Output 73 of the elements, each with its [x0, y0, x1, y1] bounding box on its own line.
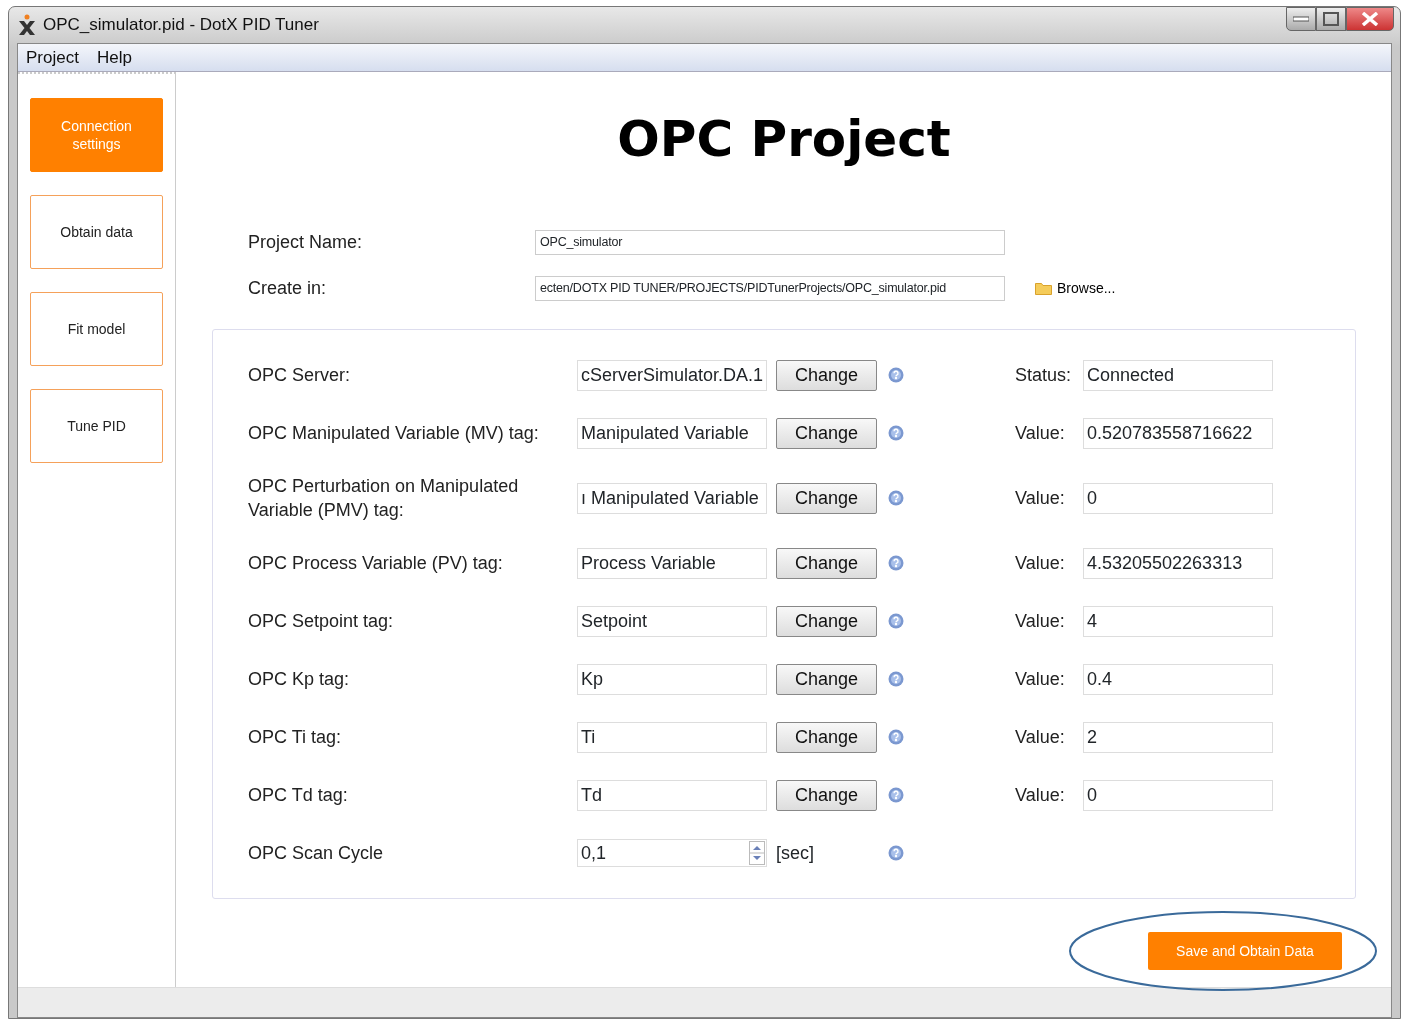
value-label: Value:	[1015, 725, 1066, 749]
input-field[interactable]: Manipulated Variable	[577, 417, 767, 449]
input-field[interactable]: Setpoint	[577, 605, 767, 637]
field-label: OPC Scan Cycle	[248, 841, 385, 865]
help-icon[interactable]	[888, 425, 904, 441]
page-heading: OPC Project	[616, 109, 952, 170]
help-icon[interactable]	[888, 729, 904, 745]
input-field[interactable]: cServerSimulator.DA.1	[577, 359, 767, 391]
change-button[interactable]: Change	[776, 359, 877, 391]
input-field[interactable]: Td	[577, 779, 767, 811]
help-icon[interactable]	[888, 613, 904, 629]
value-field: 4	[1083, 605, 1273, 637]
field-label: OPC Process Variable (PV) tag:	[248, 551, 504, 575]
field-label: Create in:	[248, 276, 328, 300]
spin-field[interactable]: 0,1	[577, 839, 767, 867]
browse-button[interactable]: Browse...	[1035, 277, 1116, 299]
app-logo-icon	[17, 14, 37, 36]
change-button[interactable]: Change	[776, 605, 877, 637]
sidebar-item[interactable]: Obtain data	[30, 195, 163, 269]
field-label: OPC Ti tag:	[248, 725, 343, 749]
help-icon[interactable]	[888, 490, 904, 506]
input-field[interactable]: OPC_simulator	[535, 229, 1005, 255]
change-button[interactable]: Change	[776, 547, 877, 579]
menu-item[interactable]: Project	[26, 44, 79, 71]
field-label: OPC Kp tag:	[248, 667, 351, 691]
field-label: OPC Manipulated Variable (MV) tag:	[248, 421, 540, 445]
value-label: Value:	[1015, 421, 1066, 445]
window-title: OPC_simulator.pid - DotX PID Tuner	[43, 14, 319, 37]
field-label: Project Name:	[248, 230, 364, 254]
value-label: Value:	[1015, 783, 1066, 807]
menu-item[interactable]: Help	[96, 44, 132, 71]
minimize-icon	[1293, 16, 1309, 22]
help-icon[interactable]	[888, 787, 904, 803]
sidebar-item[interactable]: Fit model	[30, 292, 163, 366]
folder-icon	[1035, 281, 1052, 295]
minimize-button[interactable]	[1286, 7, 1316, 31]
value-field: Connected	[1083, 359, 1273, 391]
field-label: OPC Td tag:	[248, 783, 349, 807]
sidebar-item[interactable]: Tune PID	[30, 389, 163, 463]
maximize-icon	[1323, 12, 1339, 26]
value-field: 0.520783558716622	[1083, 417, 1273, 449]
field-label: OPC Setpoint tag:	[248, 609, 395, 633]
change-button[interactable]: Change	[776, 482, 877, 514]
close-icon	[1361, 12, 1379, 26]
input-field[interactable]: ı Manipulated Variable	[577, 482, 767, 514]
change-button[interactable]: Change	[776, 779, 877, 811]
input-field[interactable]: Kp	[577, 663, 767, 695]
input-field[interactable]: Process Variable	[577, 547, 767, 579]
input-field[interactable]: Ti	[577, 721, 767, 753]
input-field[interactable]: ecten/DOTX PID TUNER/PROJECTS/PIDTunerProjects/OPC_simulator.pid	[535, 275, 1005, 301]
help-icon[interactable]	[888, 671, 904, 687]
value-field: 0.4	[1083, 663, 1273, 695]
change-button[interactable]: Change	[776, 721, 877, 753]
value-field: 2	[1083, 721, 1273, 753]
help-icon[interactable]	[888, 845, 904, 861]
value-label: Value:	[1015, 551, 1066, 575]
help-icon[interactable]	[888, 367, 904, 383]
close-button[interactable]	[1346, 7, 1394, 31]
maximize-button[interactable]	[1316, 7, 1346, 31]
value-label: Value:	[1015, 667, 1066, 691]
spin-arrows-icon[interactable]	[749, 841, 765, 865]
field-label: OPC Perturbation on Manipulated Variable (PMV) tag:	[248, 474, 520, 522]
value-field: 4.53205502263313	[1083, 547, 1273, 579]
value-label: Status:	[1015, 363, 1073, 387]
field-label: OPC Server:	[248, 363, 352, 387]
unit-label: [sec]	[776, 841, 815, 865]
change-button[interactable]: Change	[776, 663, 877, 695]
value-label: Value:	[1015, 609, 1066, 633]
value-label: Value:	[1015, 486, 1066, 510]
help-icon[interactable]	[888, 555, 904, 571]
change-button[interactable]: Change	[776, 417, 877, 449]
value-field: 0	[1083, 482, 1273, 514]
value-field: 0	[1083, 779, 1273, 811]
